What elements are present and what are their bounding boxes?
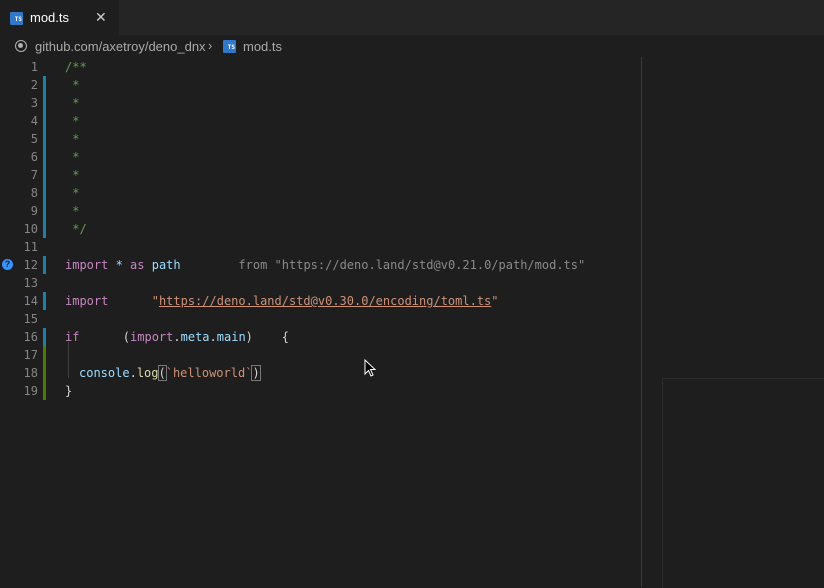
- line-text: console.log(`helloworld`): [79, 365, 261, 381]
- line-text: /**: [65, 60, 87, 74]
- close-icon[interactable]: ✕: [95, 9, 107, 26]
- code-line: 2 *: [0, 76, 640, 94]
- code-line: 14 import "https://deno.land/std@v0.30.0…: [0, 292, 640, 310]
- line-number: 1: [30, 60, 38, 74]
- code-line: 11: [0, 238, 640, 256]
- gutter-modified: [43, 292, 46, 310]
- mouse-pointer-icon: [364, 359, 377, 377]
- line-number: 14: [23, 294, 38, 308]
- tab-bar: TS mod.ts ✕: [0, 0, 824, 35]
- code-line: 3 *: [0, 94, 640, 112]
- code-line: 7 *: [0, 166, 640, 184]
- line-text: import "https://deno.land/std@v0.30.0/en…: [65, 294, 499, 308]
- chevron-right-icon: ›: [208, 38, 213, 53]
- gutter-modified: [43, 112, 46, 130]
- gutter-modified: [43, 328, 46, 346]
- repo-icon: [15, 40, 27, 52]
- code-line: 10 */: [0, 220, 640, 238]
- line-number: 17: [23, 348, 38, 362]
- typescript-file-icon: TS: [223, 40, 236, 53]
- tab-mod-ts[interactable]: TS mod.ts ✕: [0, 0, 119, 35]
- gutter-modified: [43, 166, 46, 184]
- line-text: import * as path from "https://deno.land…: [65, 258, 586, 272]
- gutter-modified: [43, 220, 46, 238]
- gutter-modified: [43, 202, 46, 220]
- gutter-modified: [43, 76, 46, 94]
- gutter-added: [43, 346, 46, 364]
- line-number: 3: [30, 96, 38, 110]
- line-text: *: [65, 96, 80, 110]
- code-line: 19}: [0, 382, 640, 400]
- breadcrumb-repo[interactable]: github.com/axetroy/deno_dnx: [35, 39, 206, 54]
- code-line: 18 console.log(`helloworld`): [0, 364, 640, 382]
- code-line: 9 *: [0, 202, 640, 220]
- breadcrumb: github.com/axetroy/deno_dnx › TS mod.ts: [0, 35, 824, 57]
- gutter-modified: [43, 256, 46, 274]
- line-number: 8: [30, 186, 38, 200]
- typescript-file-icon: TS: [10, 12, 23, 25]
- line-number: 10: [23, 222, 38, 236]
- line-text: */: [65, 222, 87, 236]
- gutter-modified: [43, 184, 46, 202]
- code-line: 1 /**: [0, 58, 640, 76]
- line-number: 7: [30, 168, 38, 182]
- gutter-added: [43, 382, 46, 400]
- line-text: *: [65, 132, 80, 146]
- line-number: 15: [23, 312, 38, 326]
- line-text: *: [65, 168, 80, 182]
- code-line: 4 *: [0, 112, 640, 130]
- vertical-ruler: [641, 57, 642, 587]
- line-text: *: [65, 204, 80, 218]
- line-number: 12: [23, 258, 38, 272]
- line-text: *: [65, 114, 80, 128]
- line-text: *: [65, 186, 80, 200]
- line-text: *: [65, 150, 80, 164]
- line-text: *: [65, 78, 80, 92]
- import-url-link[interactable]: https://deno.land/std@v0.30.0/encoding/t…: [159, 294, 491, 308]
- line-number: 9: [30, 204, 38, 218]
- line-text: if (import.meta.main) {: [65, 330, 290, 344]
- minimap[interactable]: [662, 378, 824, 588]
- tab-label: mod.ts: [30, 10, 70, 25]
- code-line: 8 *: [0, 184, 640, 202]
- code-line: 6 *: [0, 148, 640, 166]
- line-number: 4: [30, 114, 38, 128]
- line-text: }: [65, 384, 73, 398]
- code-line: 15: [0, 310, 640, 328]
- indent-guide: [68, 342, 69, 378]
- code-line: 17: [0, 346, 640, 364]
- gutter-modified: [43, 148, 46, 166]
- line-number: 2: [30, 78, 38, 92]
- gutter-modified: [43, 94, 46, 112]
- line-number: 18: [23, 366, 38, 380]
- code-line: 16 if (import.meta.main) {: [0, 328, 640, 346]
- line-number: 6: [30, 150, 38, 164]
- gutter-added: [43, 364, 46, 382]
- line-number: 16: [23, 330, 38, 344]
- code-line: ? 12 import * as path from "https://deno…: [0, 256, 640, 274]
- code-line: 5 *: [0, 130, 640, 148]
- line-number: 13: [23, 276, 38, 290]
- code-line: 13: [0, 274, 640, 292]
- line-number: 11: [23, 240, 38, 254]
- breadcrumb-file[interactable]: mod.ts: [243, 39, 282, 54]
- gutter-modified: [43, 130, 46, 148]
- line-number: 5: [30, 132, 38, 146]
- line-number: 19: [23, 384, 38, 398]
